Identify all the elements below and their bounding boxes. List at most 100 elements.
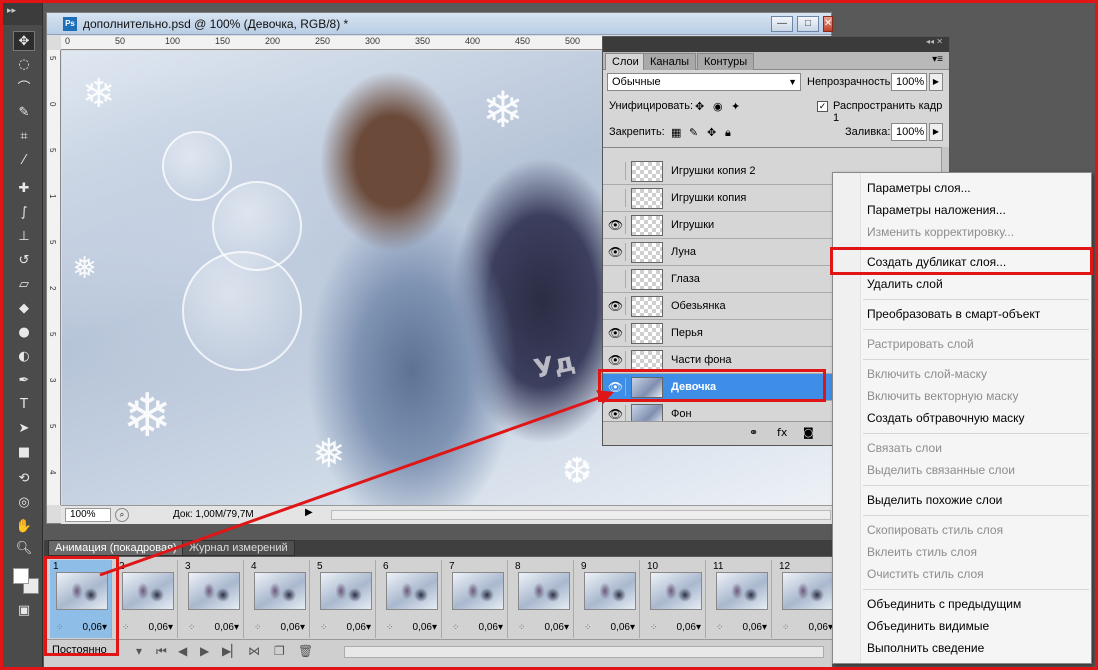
dodge-tool-icon[interactable]: ◐ xyxy=(13,347,35,367)
hand-tool-icon[interactable]: ✋ xyxy=(13,517,35,537)
close-button[interactable]: ✕ xyxy=(823,16,833,32)
animation-frame[interactable]: 7 ⁘ 0,06▾ xyxy=(446,560,508,638)
lock-pixels-icon[interactable]: ✎ xyxy=(689,126,698,139)
shape-tool-icon[interactable]: ■ xyxy=(13,443,35,463)
history-brush-tool-icon[interactable]: ↺ xyxy=(13,251,35,271)
crop-tool-icon[interactable]: ⌗ xyxy=(13,127,35,147)
animation-frame[interactable]: 4 ⁘ 0,06▾ xyxy=(248,560,310,638)
zoom-tool-icon[interactable]: 🔍︎ xyxy=(13,539,35,559)
frame-disposal-icon[interactable]: ⁘ xyxy=(320,622,328,633)
new-frame-icon[interactable]: ❐ xyxy=(274,644,285,658)
frame-disposal-icon[interactable]: ⁘ xyxy=(452,622,460,633)
frame-disposal-icon[interactable]: ⁘ xyxy=(518,622,526,633)
frame-disposal-icon[interactable]: ⁘ xyxy=(716,622,724,633)
minimize-button[interactable]: — xyxy=(771,16,793,32)
animation-frame[interactable]: 6 ⁘ 0,06▾ xyxy=(380,560,442,638)
menu-item-flatten-image[interactable]: Выполнить сведение xyxy=(867,641,984,655)
animation-frame[interactable]: 5 ⁘ 0,06▾ xyxy=(314,560,376,638)
lasso-tool-icon[interactable]: ⌒ xyxy=(13,79,35,99)
pen-tool-icon[interactable]: ✒ xyxy=(13,371,35,391)
frame-delay[interactable]: 0,06▾ xyxy=(347,622,371,633)
frame-disposal-icon[interactable]: ⁘ xyxy=(386,622,394,633)
frame-disposal-icon[interactable]: ⁘ xyxy=(584,622,592,633)
frame-strip-scrollbar[interactable] xyxy=(344,646,824,658)
delete-frame-icon[interactable]: 🗑︎ xyxy=(298,644,313,658)
link-layers-icon[interactable]: ⚭ xyxy=(749,426,758,439)
blend-mode-select[interactable]: Обычные ▼ xyxy=(607,73,801,91)
menu-item-convert-smart-object[interactable]: Преобразовать в смарт-объект xyxy=(867,307,1040,321)
blur-tool-icon[interactable]: ● xyxy=(13,323,35,343)
tween-icon[interactable]: ⋈ xyxy=(248,644,260,658)
opacity-field[interactable]: 100% xyxy=(891,73,927,91)
fill-field[interactable]: 100% xyxy=(891,123,927,141)
panel-menu-icon[interactable]: ▾≡ xyxy=(932,54,943,65)
tab-channels[interactable]: Каналы xyxy=(643,53,697,70)
panel-header[interactable]: ◂◂ ✕ xyxy=(603,37,949,52)
opacity-arrow-icon[interactable]: ▶ xyxy=(929,73,943,91)
frame-delay[interactable]: 0,06▾ xyxy=(743,622,767,633)
layer-style-icon[interactable]: fx xyxy=(777,426,787,439)
animation-frame[interactable]: 11 ⁘ 0,06▾ xyxy=(710,560,772,638)
menu-item-merge-down[interactable]: Объединить с предыдущим xyxy=(867,597,1021,611)
quick-select-tool-icon[interactable]: ✎ xyxy=(13,103,35,123)
paint-bucket-tool-icon[interactable]: ◆ xyxy=(13,299,35,319)
loop-menu-arrow-icon[interactable]: ▾ xyxy=(136,644,142,658)
move-tool-icon[interactable]: ✥ xyxy=(13,31,35,51)
first-frame-icon[interactable]: ⏮ xyxy=(156,644,167,659)
visibility-toggle[interactable] xyxy=(606,189,626,207)
tools-panel-header[interactable]: ▸▸ xyxy=(3,3,42,25)
lock-transparency-icon[interactable]: ▦ xyxy=(671,126,681,139)
marquee-tool-icon[interactable]: ◌ xyxy=(13,55,35,75)
animation-frame[interactable]: 9 ⁘ 0,06▾ xyxy=(578,560,640,638)
horizontal-scrollbar[interactable] xyxy=(331,510,831,520)
visibility-toggle[interactable] xyxy=(606,270,626,288)
animation-frame[interactable]: 12 ⁘ 0,06▾ xyxy=(776,560,832,638)
animation-frame[interactable]: 10 ⁘ 0,06▾ xyxy=(644,560,706,638)
eye-icon[interactable]: 👁︎ xyxy=(606,216,626,234)
3d-orbit-tool-icon[interactable]: ◎ xyxy=(13,493,35,513)
frame-disposal-icon[interactable]: ⁘ xyxy=(254,622,262,633)
eye-icon[interactable]: 👁︎ xyxy=(606,243,626,261)
vertical-ruler[interactable]: 5 0 5 1 5 2 5 3 5 4 xyxy=(47,50,61,505)
menu-item-select-similar-layers[interactable]: Выделить похожие слои xyxy=(867,493,1002,507)
unify-position-icon[interactable]: ✥ xyxy=(695,100,704,113)
animation-frame[interactable]: 8 ⁘ 0,06▾ xyxy=(512,560,574,638)
visibility-toggle[interactable] xyxy=(606,162,626,180)
eraser-tool-icon[interactable]: ▱ xyxy=(13,275,35,295)
menu-item-merge-visible[interactable]: Объединить видимые xyxy=(867,619,989,633)
3d-rotate-tool-icon[interactable]: ⟲ xyxy=(13,469,35,489)
frame-delay[interactable]: 0,06▾ xyxy=(149,622,173,633)
frame-delay[interactable]: 0,06▾ xyxy=(215,622,239,633)
eye-icon[interactable]: 👁︎ xyxy=(606,324,626,342)
eye-icon[interactable]: 👁︎ xyxy=(606,351,626,369)
animation-frame[interactable]: 2 ⁘ 0,06▾ xyxy=(116,560,178,638)
frame-disposal-icon[interactable]: ⁘ xyxy=(782,622,790,633)
eye-icon[interactable]: 👁︎ xyxy=(606,405,626,421)
stamp-tool-icon[interactable]: ⊥ xyxy=(13,227,35,247)
add-mask-icon[interactable]: ◙ xyxy=(803,426,814,439)
document-title-bar[interactable]: Ps дополнительно.psd @ 100% (Девочка, RG… xyxy=(47,13,833,35)
status-menu-arrow-icon[interactable]: ▶ xyxy=(305,507,313,518)
eyedropper-tool-icon[interactable]: ⁄ xyxy=(13,151,35,171)
tab-layers[interactable]: Слои xyxy=(605,53,646,70)
animation-frame[interactable]: 3 ⁘ 0,06▾ xyxy=(182,560,244,638)
unify-visibility-icon[interactable]: ◉ xyxy=(713,100,723,113)
menu-item-blending-options[interactable]: Параметры наложения... xyxy=(867,203,1006,217)
frame-delay[interactable]: 0,06▾ xyxy=(677,622,701,633)
fill-arrow-icon[interactable]: ▶ xyxy=(929,123,943,141)
next-frame-icon[interactable]: ▶▏ xyxy=(222,644,240,658)
frame-delay[interactable]: 0,06▾ xyxy=(281,622,305,633)
prev-frame-icon[interactable]: ◀ xyxy=(178,644,187,658)
frame-disposal-icon[interactable]: ⁘ xyxy=(650,622,658,633)
play-icon[interactable]: ▶ xyxy=(200,644,209,658)
healing-brush-tool-icon[interactable]: ✚ xyxy=(13,179,35,199)
frame-delay[interactable]: 0,06▾ xyxy=(809,622,832,633)
propagate-checkbox[interactable]: ✓ xyxy=(817,101,828,112)
menu-item-layer-properties[interactable]: Параметры слоя... xyxy=(867,181,971,195)
zoom-field[interactable]: 100% xyxy=(65,508,111,522)
unify-style-icon[interactable]: ✦ xyxy=(731,100,740,113)
lock-position-icon[interactable]: ✥ xyxy=(707,126,716,139)
frame-delay[interactable]: 0,06▾ xyxy=(413,622,437,633)
frame-disposal-icon[interactable]: ⁘ xyxy=(188,622,196,633)
foreground-color-swatch[interactable] xyxy=(13,568,29,584)
